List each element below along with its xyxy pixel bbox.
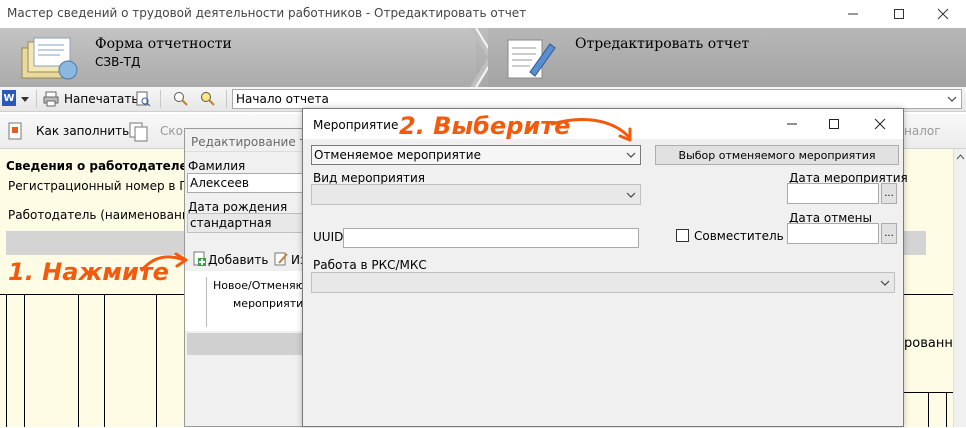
event-date-picker-button[interactable]: ... bbox=[881, 183, 897, 204]
annotation-arrow-2-icon bbox=[550, 112, 636, 144]
document-edit-icon bbox=[500, 34, 560, 82]
table-grid-line bbox=[946, 392, 947, 427]
table-grid-line bbox=[6, 294, 7, 427]
divider bbox=[160, 90, 161, 108]
window-titlebar: Мастер сведений о трудовой деятельности … bbox=[0, 0, 966, 28]
copy-icon[interactable] bbox=[127, 120, 151, 144]
surname-field[interactable]: Алексеев bbox=[187, 173, 311, 193]
add-button[interactable]: Добавить bbox=[208, 253, 268, 267]
table-grid-line bbox=[928, 392, 929, 427]
step-form-subtitle: СЗВ-ТД bbox=[95, 55, 141, 69]
print-preview-icon[interactable] bbox=[134, 90, 152, 108]
print-button[interactable]: Напечатать bbox=[64, 92, 138, 106]
chevron-down-icon bbox=[626, 192, 636, 198]
edit-employee-window: Редактирование тру Фамилия Алексеев Дата… bbox=[184, 128, 321, 427]
choose-cancelled-event-button[interactable]: Выбор отменяемого мероприятия bbox=[655, 145, 899, 165]
reg-number-label: Регистрационный номер в ПФ bbox=[8, 179, 199, 193]
table-grid-line bbox=[24, 294, 25, 427]
event-dialog: Мероприятие Отменяемое мероприятие Выбор… bbox=[302, 108, 908, 427]
annotation-arrow-1-icon bbox=[140, 250, 190, 274]
birthdate-label: Дата рождения bbox=[188, 200, 288, 214]
chevron-down-icon bbox=[880, 280, 890, 286]
window-title: Мастер сведений о трудовой деятельности … bbox=[7, 6, 527, 20]
part-time-label: Совместитель bbox=[694, 229, 784, 243]
part-time-checkbox[interactable] bbox=[676, 229, 689, 242]
add-icon[interactable] bbox=[191, 251, 207, 267]
how-to-fill-button[interactable]: Как заполнить bbox=[36, 124, 129, 138]
maximize-button[interactable] bbox=[876, 0, 922, 28]
annotation-step2: 2. Выберите bbox=[399, 112, 571, 140]
dialog-title: Мероприятие bbox=[313, 118, 399, 132]
employer-name-label: Работодатель (наименование) bbox=[8, 208, 202, 222]
vertical-scrollbar[interactable] bbox=[953, 149, 966, 427]
event-type-label: Вид мероприятия bbox=[313, 171, 426, 185]
chevron-down-icon bbox=[947, 96, 957, 102]
chevron-down-icon[interactable] bbox=[19, 93, 31, 105]
table-grid-line bbox=[156, 294, 157, 427]
list-footer bbox=[187, 333, 311, 355]
divider bbox=[226, 90, 227, 108]
cancel-date-field[interactable] bbox=[787, 223, 879, 244]
minimize-button[interactable] bbox=[830, 0, 876, 28]
surname-label: Фамилия bbox=[188, 159, 246, 173]
divider bbox=[185, 151, 311, 152]
event-select-value: Отменяемое мероприятие bbox=[314, 148, 481, 162]
maximize-button[interactable] bbox=[823, 113, 845, 135]
location-select[interactable]: Начало отчета bbox=[232, 89, 962, 109]
minimize-button[interactable] bbox=[781, 113, 803, 135]
rks-select[interactable] bbox=[311, 272, 895, 293]
word-icon[interactable]: W bbox=[2, 90, 16, 106]
rks-label: Работа в РКС/МКС bbox=[313, 258, 427, 272]
table-grid-line bbox=[78, 294, 79, 427]
list-item-line1[interactable]: Новое/Отменяющ bbox=[213, 279, 315, 292]
find-icon[interactable] bbox=[199, 90, 217, 108]
table-grid-line bbox=[104, 294, 105, 427]
list-item-line2[interactable]: мероприятие bbox=[233, 297, 310, 310]
uuid-label: UUID bbox=[313, 230, 344, 244]
surname-value: Алексеев bbox=[190, 176, 249, 190]
wizard-step-form: Форма отчетности СЗВ-ТД bbox=[0, 28, 476, 87]
uuid-input[interactable] bbox=[343, 228, 639, 248]
cancel-date-picker-button[interactable]: ... bbox=[881, 223, 897, 244]
close-button[interactable] bbox=[920, 0, 966, 28]
wizard-step-edit: Отредактировать отчет bbox=[488, 28, 966, 87]
document-icon bbox=[6, 122, 24, 140]
birthdate-value: стандартная bbox=[190, 216, 272, 230]
employer-info-heading: Сведения о работодателе, пр bbox=[6, 159, 214, 173]
events-list: Новое/Отменяющ мероприятие bbox=[185, 271, 315, 331]
zoom-in-icon[interactable] bbox=[172, 90, 190, 108]
list-column-divider bbox=[206, 277, 207, 327]
chevron-down-icon bbox=[626, 152, 636, 158]
location-select-value: Начало отчета bbox=[236, 92, 329, 106]
birthdate-field[interactable]: стандартная bbox=[187, 213, 311, 233]
event-type-select[interactable] bbox=[311, 184, 641, 205]
edit-icon[interactable] bbox=[273, 251, 289, 267]
divider bbox=[36, 90, 37, 108]
step-form-title: Форма отчетности bbox=[95, 36, 232, 52]
wizard-header: Форма отчетности СЗВ-ТД Отредактировать … bbox=[0, 27, 966, 88]
step-edit-title: Отредактировать отчет bbox=[575, 36, 750, 52]
event-date-field[interactable] bbox=[787, 183, 879, 204]
folders-icon bbox=[14, 34, 84, 82]
close-button[interactable] bbox=[869, 113, 891, 135]
printer-icon[interactable] bbox=[42, 90, 60, 108]
event-select[interactable]: Отменяемое мероприятие bbox=[311, 145, 641, 165]
partial-button-label[interactable]: Ско bbox=[160, 124, 183, 138]
tax-button-label[interactable]: налог bbox=[904, 124, 941, 138]
